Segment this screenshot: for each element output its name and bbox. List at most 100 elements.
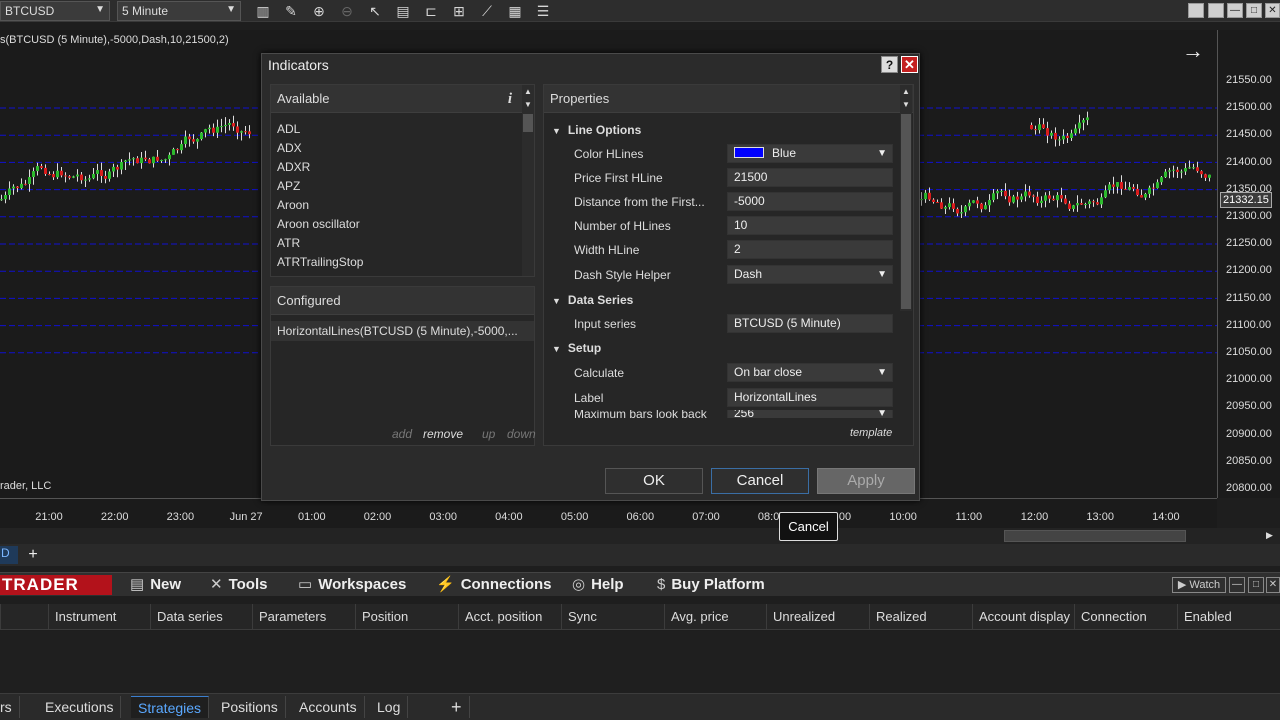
scroll-thumb[interactable] [523,114,533,132]
list-icon[interactable]: ☰ [534,2,552,20]
column-realized[interactable]: Realized [869,604,972,630]
section-data-series[interactable]: ▼ Data Series [552,293,633,307]
column-connection[interactable]: Connection [1074,604,1177,630]
scroll-thumb[interactable] [901,114,911,309]
column-acct-position[interactable]: Acct. position [458,604,561,630]
column-instrument[interactable]: Instrument [48,604,150,630]
strategy-icon[interactable]: ⟋ [478,2,496,20]
dash-style-select[interactable]: Dash ▼ [727,265,893,284]
template-icon[interactable]: ⊏ [422,2,440,20]
menu-connections[interactable]: ⚡ Connections [436,575,552,595]
scroll-thumb[interactable] [1004,530,1186,542]
watch-button[interactable]: ▶ Watch [1172,577,1226,593]
price-first-hline-input[interactable]: 21500 [727,168,893,187]
pencil-icon[interactable]: ✎ [282,2,300,20]
pointer-icon[interactable]: ↖ [366,2,384,20]
info-icon[interactable]: i [508,85,512,113]
column-sync[interactable]: Sync [561,604,664,630]
column-empty[interactable] [0,604,48,630]
max-bars-select[interactable]: 256 ▼ [727,410,893,418]
column-enabled[interactable]: Enabled [1177,604,1280,630]
maximize-icon[interactable]: □ [1246,3,1262,18]
zoom-in-icon[interactable]: ⊕ [310,2,328,20]
tab-log[interactable]: Log [370,696,409,718]
menu-tools[interactable]: ✕ Tools [210,575,267,595]
input-series-field[interactable]: BTCUSD (5 Minute) [727,314,893,333]
configured-item[interactable]: HorizontalLines(BTCUSD (5 Minute),-5000,… [271,321,534,341]
remove-link[interactable]: remove [423,427,463,441]
list-item[interactable]: ATR [277,236,300,250]
tab-positions[interactable]: Positions [214,696,286,718]
list-item[interactable]: ATRTrailingStop [277,255,363,269]
close-icon[interactable]: ✕ [1266,577,1280,593]
column-account-display[interactable]: Account display r [972,604,1074,630]
ok-button[interactable]: OK [605,468,703,494]
column-position[interactable]: Position [355,604,458,630]
template-link[interactable]: template [850,427,892,439]
menu-new[interactable]: ▤ New [130,575,181,595]
minimize-icon[interactable]: — [1227,3,1243,18]
candle-body [172,149,175,155]
scroll-down-icon[interactable]: ▼ [902,100,910,109]
price-axis[interactable]: 21550.00 21500.00 21450.00 21400.00 21350.00… [1217,30,1280,498]
number-hlines-input[interactable]: 10 [727,216,893,235]
up-link[interactable]: up [482,427,495,441]
menu-workspaces[interactable]: ▭ Workspaces [298,575,406,595]
list-item[interactable]: ADXR [277,160,310,174]
scroll-up-icon[interactable]: ▲ [902,87,910,96]
help-button[interactable]: ? [881,56,898,73]
add-link[interactable]: add [392,427,412,441]
close-button[interactable]: ✕ [901,56,918,73]
list-item[interactable]: ADX [277,141,302,155]
scroll-up-icon[interactable]: ▲ [524,87,532,96]
tab-accounts[interactable]: Accounts [292,696,365,718]
instrument-select[interactable]: BTCUSD ▼ [0,1,110,21]
price-tick-label: 21450.00 [1226,128,1272,141]
menu-buy-platform[interactable]: $ Buy Platform [657,575,765,595]
layout-icon[interactable]: ⊞ [450,2,468,20]
properties-scrollbar[interactable]: ▲ ▼ [900,85,912,311]
column-unrealized[interactable]: Unrealized [766,604,869,630]
section-line-options[interactable]: ▼ Line Options [552,123,641,137]
tab-strategies[interactable]: Strategies [131,696,210,718]
column-data-series[interactable]: Data series [150,604,252,630]
list-item[interactable]: Aroon [277,198,309,212]
list-item[interactable]: Aroon oscillator [277,217,360,231]
list-item[interactable]: ADL [277,122,300,136]
data-box-icon[interactable]: ▤ [394,2,412,20]
add-tab-button[interactable]: + [24,546,42,564]
color-hlines-select[interactable]: Blue ▼ [727,144,893,163]
zoom-out-icon[interactable]: ⊖ [338,2,356,20]
scroll-right-icon[interactable]: ▶ [1266,530,1273,541]
tile-alt-icon[interactable] [1208,3,1224,18]
arrow-right-icon[interactable]: → [1182,38,1204,64]
column-avg-price[interactable]: Avg. price [664,604,766,630]
distance-input[interactable]: -5000 [727,192,893,211]
tile-icon[interactable] [1188,3,1204,18]
chart-scrollbar[interactable]: ▶ [0,528,1280,544]
minimize-icon[interactable]: — [1229,577,1245,593]
cancel-button[interactable]: Cancel [711,468,809,494]
tab-orders[interactable]: rs [0,696,20,718]
column-parameters[interactable]: Parameters [252,604,355,630]
interval-select[interactable]: 5 Minute ▼ [117,1,241,21]
label-input[interactable]: HorizontalLines [727,388,893,407]
strategies-grid-body[interactable] [0,631,1280,693]
section-setup[interactable]: ▼ Setup [552,341,601,355]
list-item[interactable]: APZ [277,179,300,193]
close-icon[interactable]: ✕ [1265,3,1280,18]
maximize-icon[interactable]: □ [1248,577,1264,593]
width-hline-input[interactable]: 2 [727,240,893,259]
apply-button[interactable]: Apply [817,468,915,494]
tab-executions[interactable]: Executions [38,696,122,718]
scroll-down-icon[interactable]: ▼ [524,100,532,109]
add-tab-button[interactable]: + [444,696,470,718]
tab-current[interactable]: D [0,546,18,564]
down-link[interactable]: down [507,427,536,441]
time-axis[interactable]: 21:00 22:00 23:00 Jun 27 01:00 02:00 03:00 04:0… [0,498,1217,528]
properties-icon[interactable]: ▦ [506,2,524,20]
bars-icon[interactable]: ▥ [254,2,272,20]
calculate-select[interactable]: On bar close ▼ [727,363,893,382]
menu-help[interactable]: ◎ Help [572,575,624,595]
available-scrollbar[interactable]: ▲ ▼ [522,85,534,276]
